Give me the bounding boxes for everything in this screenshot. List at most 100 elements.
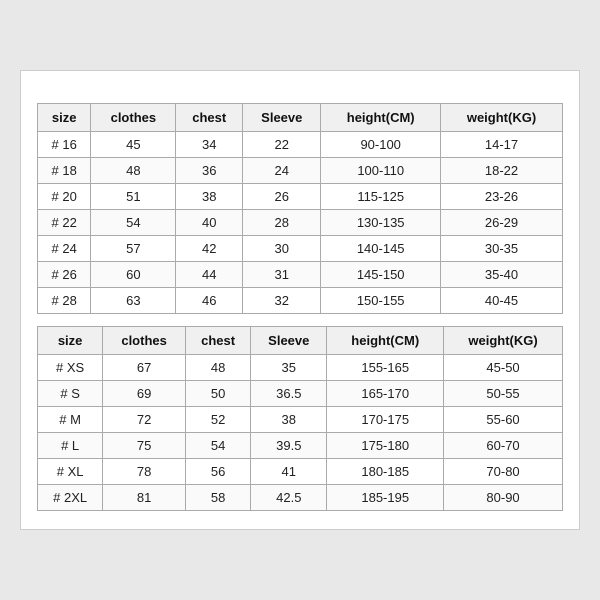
section-gap	[37, 314, 563, 326]
size-chart-card: sizeclotheschestSleeveheight(CM)weight(K…	[20, 70, 580, 530]
table-cell: # 22	[38, 210, 91, 236]
table-cell: 81	[103, 485, 186, 511]
column-header: size	[38, 104, 91, 132]
table-cell: # XS	[38, 355, 103, 381]
table-cell: 28	[243, 210, 321, 236]
table-cell: # 2XL	[38, 485, 103, 511]
table-cell: 100-110	[321, 158, 441, 184]
column-header: Sleeve	[243, 104, 321, 132]
table-cell: 54	[185, 433, 250, 459]
column-header: clothes	[103, 327, 186, 355]
table-cell: 55-60	[444, 407, 563, 433]
table-row: # L755439.5175-18060-70	[38, 433, 563, 459]
table-cell: 35	[251, 355, 327, 381]
column-header: height(CM)	[321, 104, 441, 132]
table-cell: # S	[38, 381, 103, 407]
table-cell: 150-155	[321, 288, 441, 314]
table-cell: 36	[176, 158, 243, 184]
table-cell: 48	[91, 158, 176, 184]
table-cell: 36.5	[251, 381, 327, 407]
table-cell: 42.5	[251, 485, 327, 511]
table-cell: 130-135	[321, 210, 441, 236]
table-cell: 80-90	[444, 485, 563, 511]
table-cell: # 20	[38, 184, 91, 210]
table-cell: 70-80	[444, 459, 563, 485]
table-cell: 32	[243, 288, 321, 314]
table-row: # XL785641180-18570-80	[38, 459, 563, 485]
table-cell: 165-170	[327, 381, 444, 407]
table-cell: 38	[251, 407, 327, 433]
table-cell: 56	[185, 459, 250, 485]
table-cell: 30-35	[441, 236, 563, 262]
table-cell: 46	[176, 288, 243, 314]
table-cell: 52	[185, 407, 250, 433]
table-cell: 45-50	[444, 355, 563, 381]
table-cell: 24	[243, 158, 321, 184]
table-cell: 31	[243, 262, 321, 288]
table-cell: 75	[103, 433, 186, 459]
table-cell: 170-175	[327, 407, 444, 433]
table-cell: 180-185	[327, 459, 444, 485]
table-row: # XS674835155-16545-50	[38, 355, 563, 381]
table-cell: 14-17	[441, 132, 563, 158]
table-cell: 54	[91, 210, 176, 236]
column-header: size	[38, 327, 103, 355]
table-cell: 175-180	[327, 433, 444, 459]
table-cell: 72	[103, 407, 186, 433]
table-cell: 45	[91, 132, 176, 158]
table-cell: # 28	[38, 288, 91, 314]
size-table-2: sizeclotheschestSleeveheight(CM)weight(K…	[37, 326, 563, 511]
table-cell: 57	[91, 236, 176, 262]
table-cell: 69	[103, 381, 186, 407]
table-row: # 2XL815842.5185-19580-90	[38, 485, 563, 511]
table-row: # M725238170-17555-60	[38, 407, 563, 433]
table-cell: 39.5	[251, 433, 327, 459]
table-cell: 18-22	[441, 158, 563, 184]
table-cell: 145-150	[321, 262, 441, 288]
table-cell: 67	[103, 355, 186, 381]
column-header: chest	[185, 327, 250, 355]
table-row: # 18483624100-11018-22	[38, 158, 563, 184]
table-cell: 40	[176, 210, 243, 236]
table-row: # 26604431145-15035-40	[38, 262, 563, 288]
table-cell: # 16	[38, 132, 91, 158]
table-row: # 22544028130-13526-29	[38, 210, 563, 236]
table-cell: 63	[91, 288, 176, 314]
table-cell: # L	[38, 433, 103, 459]
table-row: # 20513826115-12523-26	[38, 184, 563, 210]
table-cell: 50-55	[444, 381, 563, 407]
table-cell: 35-40	[441, 262, 563, 288]
table-cell: # M	[38, 407, 103, 433]
column-header: height(CM)	[327, 327, 444, 355]
table-cell: 44	[176, 262, 243, 288]
table-cell: 50	[185, 381, 250, 407]
table-cell: # 26	[38, 262, 91, 288]
table-cell: 30	[243, 236, 321, 262]
column-header: Sleeve	[251, 327, 327, 355]
table-cell: 40-45	[441, 288, 563, 314]
table-cell: # XL	[38, 459, 103, 485]
table-cell: 22	[243, 132, 321, 158]
table-cell: 60-70	[444, 433, 563, 459]
table-cell: 42	[176, 236, 243, 262]
column-header: weight(KG)	[441, 104, 563, 132]
table-cell: 38	[176, 184, 243, 210]
table-cell: 51	[91, 184, 176, 210]
table-cell: 34	[176, 132, 243, 158]
table-cell: 58	[185, 485, 250, 511]
table-cell: 26	[243, 184, 321, 210]
table-cell: 155-165	[327, 355, 444, 381]
table-cell: 140-145	[321, 236, 441, 262]
size-table-1: sizeclotheschestSleeveheight(CM)weight(K…	[37, 103, 563, 314]
table-cell: # 18	[38, 158, 91, 184]
table-cell: 115-125	[321, 184, 441, 210]
table-cell: 60	[91, 262, 176, 288]
table-row: # 28634632150-15540-45	[38, 288, 563, 314]
table-row: # 24574230140-14530-35	[38, 236, 563, 262]
table-cell: 48	[185, 355, 250, 381]
column-header: clothes	[91, 104, 176, 132]
table-cell: # 24	[38, 236, 91, 262]
column-header: weight(KG)	[444, 327, 563, 355]
table-cell: 78	[103, 459, 186, 485]
table-cell: 23-26	[441, 184, 563, 210]
